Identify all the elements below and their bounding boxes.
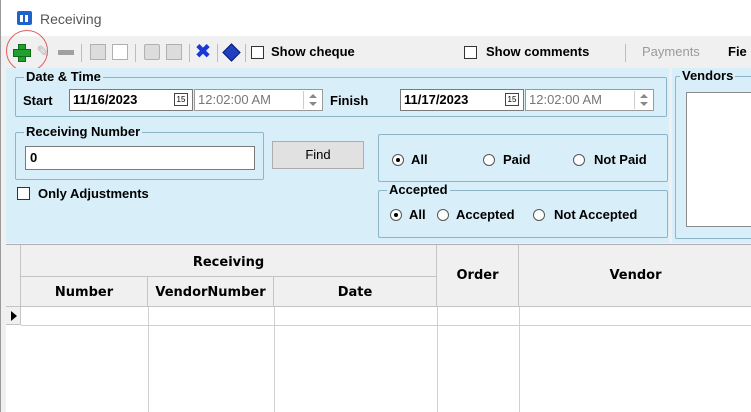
vendors-group: Vendors <box>675 68 751 239</box>
finish-time-value: 12:02:00 AM <box>529 92 602 107</box>
filter-panel: Date & Time Start 11/16/2023 15 12:02:00… <box>6 68 669 243</box>
title-bar: Receiving <box>1 0 751 36</box>
spinner-icon[interactable] <box>634 91 652 109</box>
highlight-circle <box>6 30 48 72</box>
start-time-picker[interactable]: 12:02:00 AM <box>194 89 323 111</box>
calendar-icon[interactable]: 15 <box>505 93 519 106</box>
toolbar-separator <box>189 44 190 62</box>
receiving-number-group: Receiving Number 0 <box>15 124 264 180</box>
column-header-date[interactable]: Date <box>274 277 437 307</box>
window-title: Receiving <box>40 11 102 27</box>
vendors-legend: Vendors <box>680 68 736 83</box>
table-row[interactable] <box>21 325 751 326</box>
vendors-list[interactable] <box>686 92 751 227</box>
finish-date-value: 11/17/2023 <box>404 92 469 107</box>
column-header-vendor[interactable]: Vendor <box>519 245 751 307</box>
column-divider <box>519 307 520 412</box>
show-cheque-checkbox[interactable] <box>251 46 264 59</box>
column-divider <box>437 307 438 412</box>
column-header-vendornumber[interactable]: VendorNumber <box>148 277 274 307</box>
accepted-group: Accepted All Accepted Not Accepted <box>378 182 668 238</box>
column-header-order[interactable]: Order <box>437 245 519 307</box>
column-divider <box>148 307 149 412</box>
find-button[interactable]: Find <box>272 141 364 169</box>
show-comments-label: Show comments <box>486 44 590 59</box>
only-adjustments-label: Only Adjustments <box>38 186 149 201</box>
radio-accepted-all-label: All <box>409 207 426 222</box>
vendors-panel: Vendors <box>672 68 751 243</box>
show-comments-checkbox[interactable] <box>464 46 477 59</box>
radio-not-accepted[interactable] <box>533 209 545 221</box>
current-row-indicator-icon <box>6 307 21 325</box>
only-adjustments-checkbox[interactable] <box>17 187 30 200</box>
payments-button[interactable]: Payments <box>642 44 700 59</box>
column-header-number[interactable]: Number <box>21 277 148 307</box>
radio-all-label: All <box>411 152 428 167</box>
show-cheque-label: Show cheque <box>271 44 355 59</box>
date-time-legend: Date & Time <box>24 69 103 84</box>
radio-paid-label: Paid <box>503 152 531 167</box>
remove-icon[interactable] <box>57 42 75 62</box>
toolbar-separator <box>135 44 136 62</box>
receiving-group-header: Receiving <box>21 245 437 277</box>
toolbar-separator <box>625 44 626 62</box>
radio-not-accepted-label: Not Accepted <box>554 207 638 222</box>
fields-menu[interactable]: Fie <box>728 44 747 59</box>
toolbar-separator <box>245 44 246 62</box>
calendar-icon[interactable]: 15 <box>174 93 188 106</box>
finish-date-picker[interactable]: 11/17/2023 15 <box>400 89 524 111</box>
receiving-window: Receiving ✎ ✖ Show cheque Show comments … <box>0 0 751 412</box>
radio-all[interactable] <box>392 154 404 166</box>
spinner-icon[interactable] <box>303 91 321 109</box>
finish-time-picker[interactable]: 12:02:00 AM <box>525 89 654 111</box>
start-time-value: 12:02:00 AM <box>198 92 271 107</box>
receiving-grid[interactable]: Receiving Number VendorNumber Date Order… <box>6 244 751 412</box>
radio-not-paid-label: Not Paid <box>594 152 647 167</box>
receiving-number-input[interactable]: 0 <box>25 146 255 170</box>
app-icon <box>17 11 32 25</box>
start-label: Start <box>23 93 53 108</box>
print-icon[interactable] <box>143 42 161 62</box>
grid-corner <box>6 245 21 307</box>
radio-accepted-all[interactable] <box>390 209 402 221</box>
start-date-value: 11/16/2023 <box>73 92 138 107</box>
window-icon[interactable] <box>111 42 129 62</box>
radio-paid[interactable] <box>483 154 495 166</box>
toolbar-separator <box>81 44 82 62</box>
column-divider <box>274 307 275 412</box>
radio-not-paid[interactable] <box>573 154 585 166</box>
radio-accepted[interactable] <box>437 209 449 221</box>
radio-accepted-label: Accepted <box>456 207 515 222</box>
finish-label: Finish <box>330 93 369 108</box>
export-icon[interactable] <box>165 42 183 62</box>
date-time-group: Date & Time Start 11/16/2023 15 12:02:00… <box>15 69 667 117</box>
delete-icon[interactable]: ✖ <box>194 42 212 62</box>
start-date-picker[interactable]: 11/16/2023 15 <box>69 89 193 111</box>
accepted-legend: Accepted <box>387 182 450 197</box>
approve-icon[interactable] <box>221 42 241 62</box>
toolbar-separator <box>217 44 218 62</box>
paid-filter-group: All Paid Not Paid <box>378 134 668 182</box>
preview-icon[interactable] <box>89 42 107 62</box>
toolbar: ✎ ✖ Show cheque Show comments Payments F… <box>1 36 751 68</box>
receiving-number-legend: Receiving Number <box>24 124 143 139</box>
